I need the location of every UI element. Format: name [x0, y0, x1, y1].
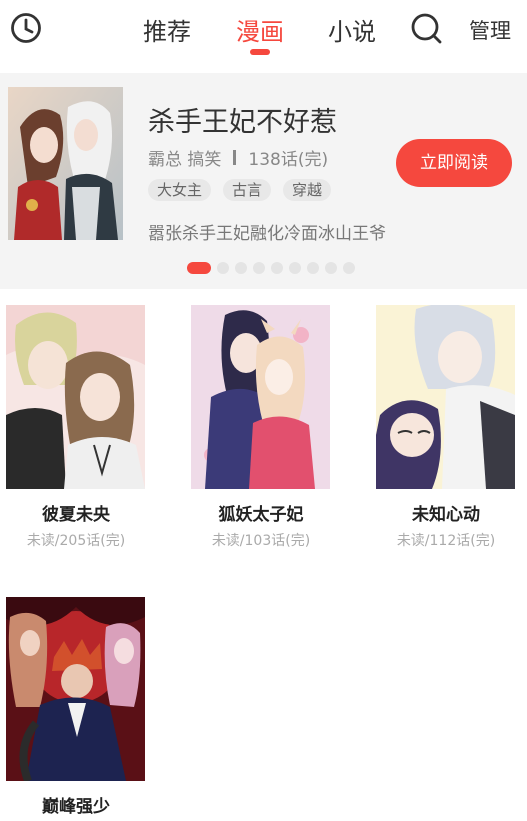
tag-chip: 穿越 — [283, 179, 332, 201]
book-progress: 未读/103话(完) — [211, 533, 311, 549]
banner-chapters: 138话(完) — [248, 150, 329, 170]
banner-tags: 大女主 古言 穿越 — [148, 179, 332, 201]
search-icon[interactable] — [410, 12, 442, 44]
book-cover-image[interactable] — [191, 305, 330, 489]
banner-meta: 霸总 搞笑 138话(完) — [148, 145, 328, 170]
tab-novels[interactable]: 小说 — [328, 12, 376, 47]
tag-chip: 古言 — [223, 179, 272, 201]
carousel-dot-active[interactable] — [187, 262, 211, 274]
book-card[interactable]: 未知心动 未读/112话(完) — [376, 305, 516, 550]
banner-title: 杀手王妃不好惹 — [148, 107, 337, 138]
book-title: 未知心动 — [412, 505, 480, 525]
book-card[interactable]: 彼夏未央 未读/205话(完) — [6, 305, 146, 550]
carousel-dot[interactable] — [307, 262, 319, 274]
carousel-dot[interactable] — [325, 262, 337, 274]
carousel-dot[interactable] — [235, 262, 247, 274]
featured-banner[interactable]: 杀手王妃不好惹 霸总 搞笑 138话(完) 大女主 古言 穿越 嚣张杀手王妃融化… — [0, 73, 527, 289]
book-card[interactable]: 巅峰强少 — [6, 597, 146, 821]
clock-icon[interactable] — [10, 12, 42, 44]
book-progress: 未读/205话(完) — [26, 533, 126, 549]
active-tab-indicator — [250, 49, 270, 55]
book-title: 狐妖太子妃 — [218, 505, 304, 525]
book-cover-image[interactable] — [6, 597, 145, 781]
banner-genre: 霸总 搞笑 — [148, 150, 222, 170]
tab-comics[interactable]: 漫画 — [236, 12, 284, 47]
manage-button[interactable]: 管理 — [469, 15, 511, 45]
book-cover-image[interactable] — [376, 305, 515, 489]
carousel-pagination — [187, 262, 355, 274]
book-cover-image[interactable] — [6, 305, 145, 489]
banner-description: 嚣张杀手王妃融化冷面冰山王爷 — [148, 224, 386, 244]
book-progress: 未读/112话(完) — [396, 533, 496, 549]
meta-separator — [233, 150, 237, 165]
tag-chip: 大女主 — [148, 179, 212, 201]
banner-cover-image[interactable] — [8, 87, 123, 240]
carousel-dot[interactable] — [289, 262, 301, 274]
book-title: 彼夏未央 — [42, 505, 110, 525]
carousel-dot[interactable] — [253, 262, 265, 274]
carousel-dot[interactable] — [217, 262, 229, 274]
tab-recommend[interactable]: 推荐 — [143, 12, 191, 47]
read-now-button[interactable]: 立即阅读 — [396, 139, 512, 187]
top-nav-bar: 推荐 漫画 小说 管理 — [0, 0, 527, 62]
book-title: 巅峰强少 — [42, 797, 110, 817]
carousel-dot[interactable] — [271, 262, 283, 274]
book-card[interactable]: 狐妖太子妃 未读/103话(完) — [191, 305, 331, 550]
carousel-dot[interactable] — [343, 262, 355, 274]
